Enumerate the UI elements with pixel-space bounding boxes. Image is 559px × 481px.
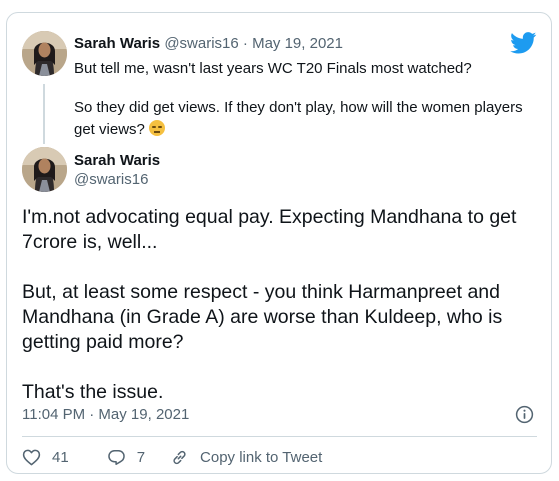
parent-line-2-text: So they did get views. If they don't pla… bbox=[74, 99, 523, 138]
parent-author-name[interactable]: Sarah Waris bbox=[74, 35, 160, 52]
copy-link-label: Copy link to Tweet bbox=[200, 448, 323, 466]
avatar[interactable] bbox=[22, 31, 67, 76]
parent-line-1: But tell me, wasn't last years WC T20 Fi… bbox=[74, 60, 472, 77]
parent-tweet-text: But tell me, wasn't last years WC T20 Fi… bbox=[74, 58, 544, 141]
reply-count: 7 bbox=[136, 448, 146, 466]
unamused-face-icon bbox=[149, 120, 166, 136]
parent-handle-date[interactable]: @swaris16 · May 19, 2021 bbox=[164, 35, 343, 52]
tweet-paragraph-2: But, at least some respect - you think H… bbox=[22, 281, 503, 353]
avatar[interactable] bbox=[22, 147, 67, 192]
reply-button[interactable]: 7 bbox=[107, 448, 145, 467]
link-icon bbox=[173, 450, 186, 464]
heart-icon bbox=[22, 449, 41, 465]
info-icon[interactable] bbox=[515, 405, 534, 424]
tweet-paragraph-1: I'm.not advocating equal pay. Expecting … bbox=[22, 206, 517, 253]
tweet-timestamp[interactable]: 11:04 PM · May 19, 2021 bbox=[22, 405, 189, 425]
twitter-logo-icon[interactable] bbox=[510, 32, 537, 54]
divider bbox=[22, 436, 537, 437]
thread-line bbox=[43, 84, 45, 144]
reply-icon bbox=[107, 449, 125, 465]
parent-line-2: So they did get views. If they don't pla… bbox=[74, 97, 544, 141]
tweet-actions: 41 7 Copy link to Tweet bbox=[22, 446, 322, 468]
author-name[interactable]: Sarah Waris bbox=[74, 151, 160, 170]
copy-link-button[interactable]: Copy link to Tweet bbox=[170, 448, 322, 467]
like-count: 41 bbox=[52, 448, 69, 466]
tweet-text: I'm.not advocating equal pay. Expecting … bbox=[22, 205, 532, 405]
like-button[interactable]: 41 bbox=[22, 448, 69, 467]
author-handle[interactable]: @swaris16 bbox=[74, 170, 148, 189]
parent-header: Sarah Waris @swaris16 · May 19, 2021 bbox=[74, 34, 343, 54]
tweet-paragraph-3: That's the issue. bbox=[22, 381, 164, 403]
